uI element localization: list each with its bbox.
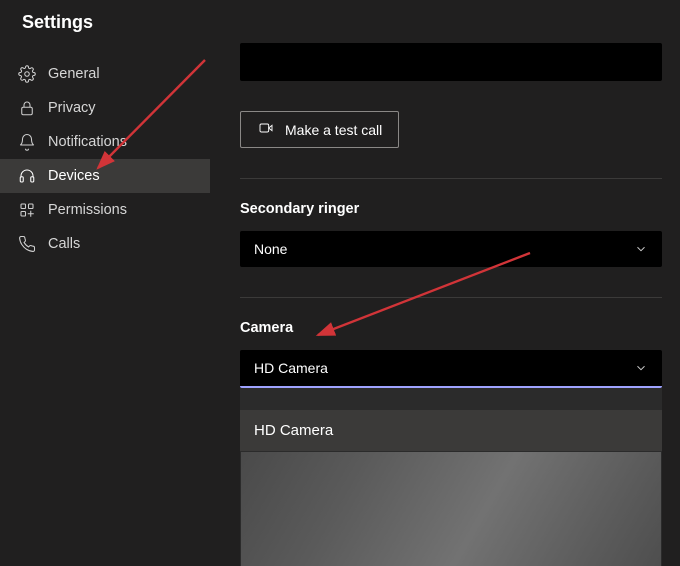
chevron-down-icon bbox=[634, 361, 648, 375]
secondary-ringer-label: Secondary ringer bbox=[240, 201, 662, 217]
sidebar-item-label: Calls bbox=[48, 236, 80, 252]
test-call-label: Make a test call bbox=[285, 122, 382, 138]
camera-label: Camera bbox=[240, 320, 662, 336]
headset-icon bbox=[18, 167, 36, 185]
camera-preview bbox=[240, 451, 662, 566]
secondary-ringer-value: None bbox=[254, 241, 287, 257]
lock-icon bbox=[18, 99, 36, 117]
settings-sidebar: General Privacy Notifications Devices Pe bbox=[0, 43, 210, 566]
sidebar-item-notifications[interactable]: Notifications bbox=[0, 125, 210, 159]
page-title: Settings bbox=[22, 12, 658, 33]
divider bbox=[240, 297, 662, 298]
bell-icon bbox=[18, 133, 36, 151]
sidebar-item-devices[interactable]: Devices bbox=[0, 159, 210, 193]
phone-icon bbox=[18, 235, 36, 253]
secondary-ringer-select[interactable]: None bbox=[240, 231, 662, 267]
test-call-icon bbox=[257, 120, 275, 139]
settings-header: Settings bbox=[0, 0, 680, 43]
camera-option-hd-camera[interactable]: HD Camera bbox=[240, 410, 662, 451]
sidebar-item-label: Privacy bbox=[48, 100, 96, 116]
sidebar-item-label: General bbox=[48, 66, 100, 82]
camera-select[interactable]: HD Camera bbox=[240, 350, 662, 388]
gear-icon bbox=[18, 65, 36, 83]
sidebar-item-general[interactable]: General bbox=[0, 57, 210, 91]
dropdown-spacer bbox=[240, 388, 662, 410]
sidebar-item-label: Notifications bbox=[48, 134, 127, 150]
sidebar-item-privacy[interactable]: Privacy bbox=[0, 91, 210, 125]
camera-dropdown: HD Camera bbox=[240, 388, 662, 451]
sidebar-item-permissions[interactable]: Permissions bbox=[0, 193, 210, 227]
sidebar-item-calls[interactable]: Calls bbox=[0, 227, 210, 261]
make-test-call-button[interactable]: Make a test call bbox=[240, 111, 399, 148]
chevron-down-icon bbox=[634, 242, 648, 256]
speaker-select-truncated[interactable] bbox=[240, 43, 662, 81]
camera-value: HD Camera bbox=[254, 360, 328, 376]
sidebar-item-label: Devices bbox=[48, 168, 100, 184]
settings-main: Make a test call Secondary ringer None C… bbox=[210, 43, 680, 566]
apps-icon bbox=[18, 201, 36, 219]
sidebar-item-label: Permissions bbox=[48, 202, 127, 218]
divider bbox=[240, 178, 662, 179]
